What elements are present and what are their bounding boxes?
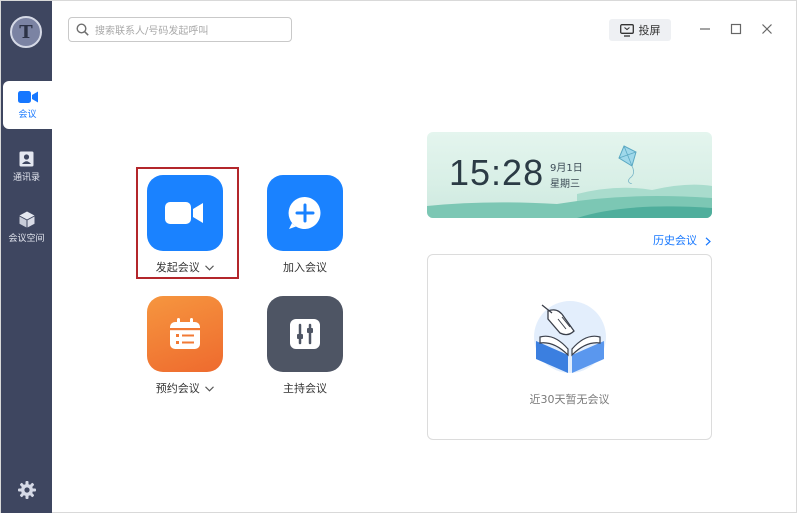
maximize-icon (730, 23, 742, 35)
schedule-meeting-button[interactable] (147, 296, 223, 372)
start-meeting-label-row[interactable]: 发起会议 (147, 259, 223, 275)
add-chat-icon (288, 196, 321, 229)
host-meeting-label: 主持会议 (283, 382, 327, 395)
video-camera-icon (17, 91, 38, 103)
cast-screen-label: 投屏 (638, 24, 661, 37)
sidebar-item-contacts[interactable]: 通讯录 (1, 151, 52, 183)
host-meeting-button[interactable] (267, 296, 343, 372)
sidebar-item-label: 会议空间 (8, 234, 45, 244)
meeting-app-window: T 会议 通讯录 会议空间 搜索联系人/号码发起呼叫 投屏 发起会议 加入会议 … (0, 0, 797, 513)
minimize-icon (700, 28, 710, 30)
start-meeting-button[interactable] (147, 175, 223, 251)
sidebar: T 会议 通讯录 会议空间 (1, 1, 52, 513)
join-meeting-button[interactable] (267, 175, 343, 251)
gear-icon (17, 481, 36, 499)
avatar[interactable]: T (10, 16, 42, 48)
schedule-meeting-label: 预约会议 (155, 382, 200, 395)
empty-book-illustration (534, 301, 606, 373)
calendar-icon (170, 318, 200, 349)
history-meetings-label: 历史会议 (653, 234, 697, 247)
control-panel-icon (290, 319, 320, 349)
empty-state-text: 近30天暂无会议 (529, 393, 610, 406)
maximize-button[interactable] (728, 21, 744, 37)
cast-screen-button[interactable]: 投屏 (609, 19, 671, 41)
search-placeholder: 搜索联系人/号码发起呼叫 (95, 26, 209, 37)
schedule-meeting-label-row[interactable]: 预约会议 (147, 380, 223, 396)
history-meetings-link[interactable]: 历史会议 (653, 232, 711, 248)
minimize-button[interactable] (697, 21, 713, 37)
close-button[interactable] (759, 21, 775, 37)
search-icon (76, 23, 89, 36)
search-input[interactable]: 搜索联系人/号码发起呼叫 (68, 17, 292, 42)
meeting-list-panel: 近30天暂无会议 (427, 254, 712, 440)
avatar-letter: T (19, 21, 33, 43)
video-camera-icon (165, 202, 203, 224)
cast-screen-icon (619, 23, 634, 37)
clock-weekday: 星期三 (550, 179, 580, 190)
clock-time: 15:28 (449, 152, 545, 193)
sidebar-item-meeting-space[interactable]: 会议空间 (1, 211, 52, 244)
chevron-down-icon (205, 265, 215, 271)
clock-date: 9月1日 (550, 163, 583, 174)
kite-icon (618, 145, 637, 184)
cube-icon (19, 211, 34, 228)
chevron-down-icon (205, 386, 215, 392)
start-meeting-label: 发起会议 (155, 261, 200, 274)
sidebar-item-label: 通讯录 (12, 173, 40, 183)
chevron-right-icon (705, 236, 711, 246)
sidebar-item-label: 会议 (18, 110, 37, 120)
contacts-icon (19, 151, 34, 167)
join-meeting-label: 加入会议 (283, 261, 327, 274)
settings-button[interactable] (1, 481, 52, 499)
clock-banner: 15:28 9月1日 星期三 (427, 132, 712, 218)
close-icon (762, 24, 772, 34)
sidebar-item-meeting[interactable]: 会议 (3, 81, 52, 129)
